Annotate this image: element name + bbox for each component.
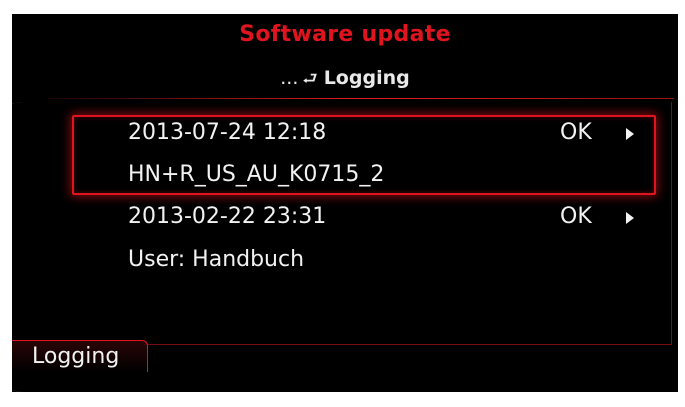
log-entry-2-status: OK [560, 204, 592, 229]
log-entry-2-detail: User: Handbuch [128, 247, 305, 272]
log-entry-1-timestamp[interactable]: 2013-07-24 12:18 [128, 120, 326, 145]
tab-logging[interactable]: Logging [12, 340, 148, 372]
chevron-right-icon[interactable] [626, 212, 634, 224]
return-arrow-icon: ⮐ [302, 69, 318, 89]
breadcrumb-prefix: ... [280, 67, 299, 89]
page-title: Software update [239, 22, 451, 47]
chevron-right-icon[interactable] [626, 128, 634, 140]
header-divider [48, 98, 674, 99]
breadcrumb[interactable]: ... ⮐ Logging [12, 66, 678, 95]
mmi-screen: Software update ... ⮐ Logging 2013-07-24 1… [12, 14, 678, 392]
log-entry-1-detail: HN+R_US_AU_K0715_2 [128, 162, 385, 187]
log-entry-1-status: OK [560, 120, 592, 145]
log-entry-2-timestamp[interactable]: 2013-02-22 23:31 [128, 204, 326, 229]
breadcrumb-current: Logging [323, 67, 410, 89]
